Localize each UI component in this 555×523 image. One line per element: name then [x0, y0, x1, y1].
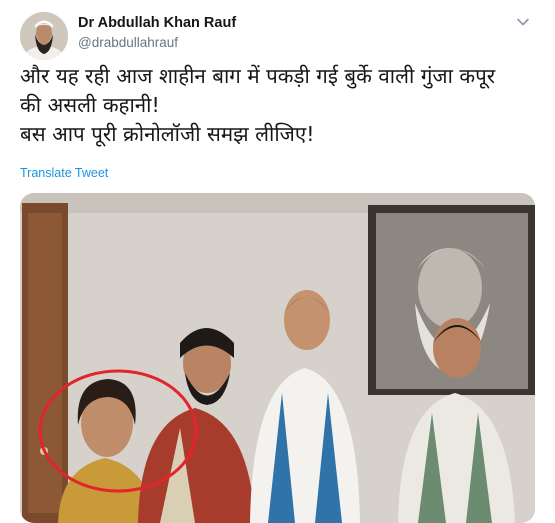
tweet-photo[interactable]	[20, 193, 535, 523]
author-display-name[interactable]: Dr Abdullah Khan Rauf	[78, 15, 236, 31]
translate-tweet-link[interactable]: Translate Tweet	[20, 166, 108, 180]
chevron-down-icon[interactable]	[516, 14, 530, 28]
tweet-text-line: और यह रही आज शाहीन बाग में पकड़ी गई बुर्…	[20, 64, 496, 88]
avatar[interactable]	[20, 12, 68, 60]
tweet-text: और यह रही आज शाहीन बाग में पकड़ी गई बुर्…	[20, 62, 540, 149]
photo-icon	[20, 193, 535, 523]
tweet-text-line: की असली कहानी!	[20, 93, 160, 117]
tweet-card: Dr Abdullah Khan Rauf @drabdullahrauf और…	[0, 0, 555, 523]
author-handle[interactable]: @drabdullahrauf	[78, 35, 178, 50]
profile-avatar-icon	[20, 12, 68, 60]
tweet-text-line: बस आप पूरी क्रोनोलॉजी समझ लीजिए!	[20, 122, 315, 146]
